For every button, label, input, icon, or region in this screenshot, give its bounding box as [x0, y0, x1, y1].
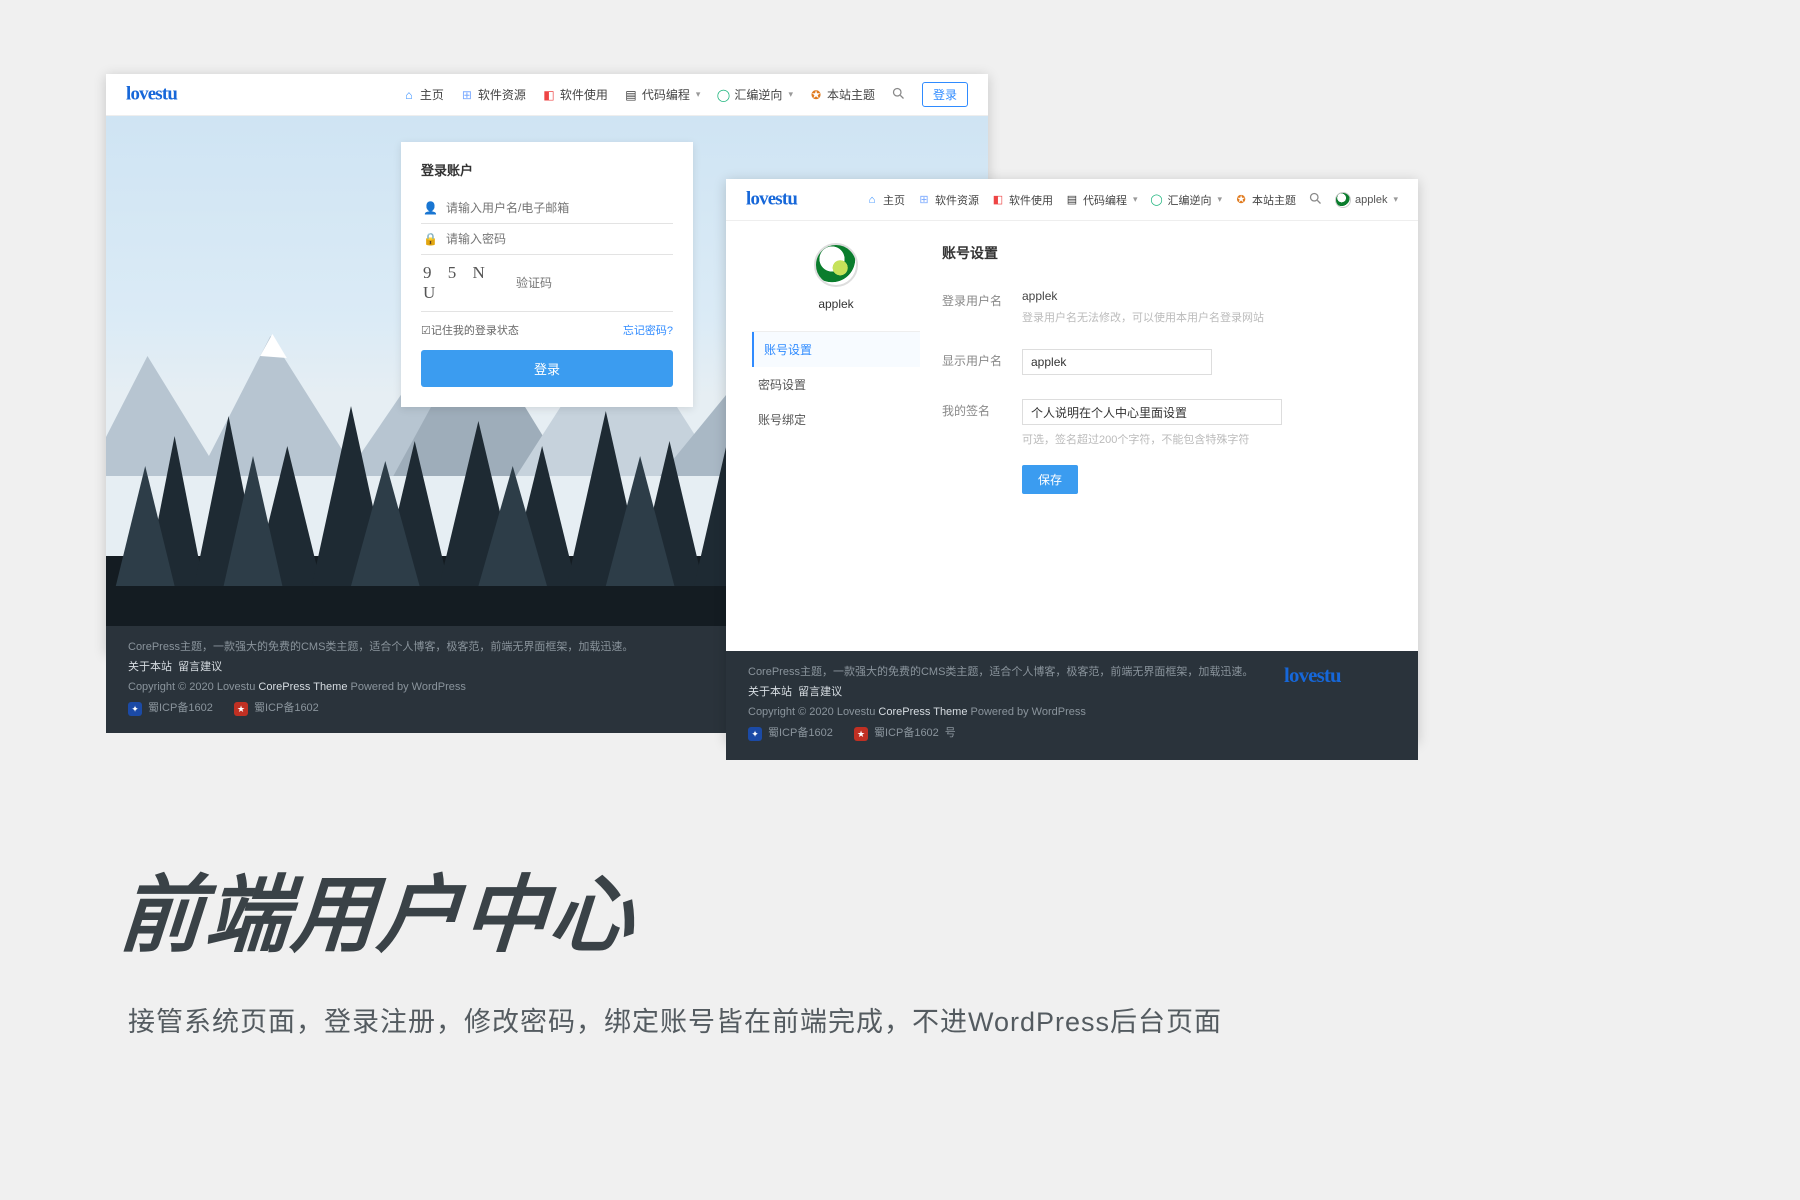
icp-1[interactable]: 蜀ICP备1602	[768, 724, 833, 744]
label-login-username: 登录用户名	[942, 289, 1002, 309]
home-icon: ⌂	[402, 88, 416, 102]
profile-username: applek	[818, 297, 853, 311]
footer-about-link[interactable]: 关于本站	[128, 661, 172, 673]
nav-code[interactable]: ▤代码编程▾	[624, 86, 701, 103]
page-subtitle: 接管系统页面，登录注册，修改密码，绑定账号皆在前端完成，不进WordPress后…	[128, 1000, 1222, 1039]
profile-header: applek	[752, 243, 920, 311]
nav-theme[interactable]: ✪本站主题	[809, 86, 875, 103]
login-card: 登录账户 👤 🔒 9 5 N U ☑记住我的登录状态 忘记密码? 登录	[401, 142, 693, 407]
chevron-down-icon: ▾	[1133, 194, 1138, 205]
nav-usage[interactable]: ◧软件使用	[542, 86, 608, 103]
submit-login-button[interactable]: 登录	[421, 350, 673, 387]
icp-2[interactable]: 蜀ICP备1602	[254, 699, 319, 719]
lock-icon: 🔒	[423, 232, 438, 246]
police-badge-icon: ★	[854, 727, 868, 741]
copyright-post: Powered by WordPress	[347, 681, 465, 693]
footer: CorePress主题，一款强大的免费的CMS类主题，适合个人博客，极客范，前端…	[726, 651, 1418, 760]
menu-bind[interactable]: 账号绑定	[752, 402, 920, 437]
topbar: lovestu ⌂主页 ⊞软件资源 ◧软件使用 ▤代码编程▾ ◯汇编逆向▾ ✪本…	[726, 179, 1418, 221]
signature-input[interactable]	[1022, 399, 1282, 425]
footer-about-link[interactable]: 关于本站	[748, 686, 792, 698]
police-badge-icon: ★	[234, 702, 248, 716]
shield-icon: ◯	[1150, 193, 1164, 207]
save-button[interactable]: 保存	[1022, 465, 1078, 494]
captcha-input[interactable]	[516, 276, 671, 290]
settings-window: lovestu ⌂主页 ⊞软件资源 ◧软件使用 ▤代码编程▾ ◯汇编逆向▾ ✪本…	[726, 179, 1418, 742]
password-field-row: 🔒	[421, 224, 673, 255]
brand-logo[interactable]: lovestu	[746, 187, 840, 212]
grid-icon: ⊞	[917, 193, 931, 207]
copyright-post: Powered by WordPress	[967, 706, 1085, 718]
shield-icon: ◯	[716, 88, 730, 102]
nav-resources[interactable]: ⊞软件资源	[460, 86, 526, 103]
chevron-down-icon: ▾	[696, 89, 701, 100]
svg-text:lovestu: lovestu	[746, 188, 797, 209]
chevron-down-icon: ▾	[1218, 194, 1223, 205]
footer-logo[interactable]: lovestu	[1284, 663, 1396, 744]
panel-title: 账号设置	[942, 243, 1392, 263]
search-icon[interactable]	[1308, 191, 1323, 209]
menu-password[interactable]: 密码设置	[752, 367, 920, 402]
chevron-down-icon: ▾	[1393, 194, 1398, 205]
copyright-pre: Copyright © 2020 Lovestu	[128, 681, 258, 693]
home-icon: ⌂	[865, 193, 879, 207]
code-icon: ▤	[624, 88, 638, 102]
theme-icon: ✪	[809, 88, 823, 102]
username-field-row: 👤	[421, 193, 673, 224]
display-name-input[interactable]	[1022, 349, 1212, 375]
main-nav: ⌂主页 ⊞软件资源 ◧软件使用 ▤代码编程▾ ◯汇编逆向▾ ✪本站主题 appl…	[865, 191, 1398, 209]
topbar: lovestu ⌂主页 ⊞软件资源 ◧软件使用 ▤代码编程▾ ◯汇编逆向▾ ✪本…	[106, 74, 988, 116]
svg-text:lovestu: lovestu	[126, 83, 177, 104]
nav-home[interactable]: ⌂主页	[865, 192, 905, 208]
hint-signature: 可选，签名超过200个字符，不能包含特殊字符	[1022, 431, 1392, 447]
login-title: 登录账户	[421, 160, 673, 179]
avatar-icon	[1335, 192, 1351, 208]
footer-feedback-link[interactable]: 留言建议	[798, 686, 842, 698]
settings-panel: 账号设置 登录用户名 applek 登录用户名无法修改，可以使用本用户名登录网站…	[942, 243, 1392, 651]
nav-code[interactable]: ▤代码编程▾	[1065, 192, 1138, 208]
nav-resources[interactable]: ⊞软件资源	[917, 192, 979, 208]
footer-description: CorePress主题，一款强大的免费的CMS类主题，适合个人博客，极客范，前端…	[748, 663, 1284, 683]
chevron-down-icon: ▾	[788, 89, 793, 100]
settings-sidemenu: 账号设置 密码设置 账号绑定	[752, 331, 920, 437]
nav-reverse[interactable]: ◯汇编逆向▾	[1150, 192, 1223, 208]
login-button[interactable]: 登录	[922, 82, 968, 107]
code-icon: ▤	[1065, 193, 1079, 207]
apps-icon: ◧	[542, 88, 556, 102]
search-icon[interactable]	[891, 86, 906, 104]
theme-link[interactable]: CorePress Theme	[878, 706, 967, 718]
remember-me[interactable]: ☑记住我的登录状态	[421, 322, 519, 338]
nav-reverse[interactable]: ◯汇编逆向▾	[716, 86, 793, 103]
main-nav: ⌂主页 ⊞软件资源 ◧软件使用 ▤代码编程▾ ◯汇编逆向▾ ✪本站主题 登录	[402, 82, 968, 107]
captcha-image[interactable]: 9 5 N U	[423, 263, 502, 303]
hint-login-username: 登录用户名无法修改，可以使用本用户名登录网站	[1022, 309, 1392, 325]
user-icon: 👤	[423, 201, 438, 215]
nav-home[interactable]: ⌂主页	[402, 86, 444, 103]
username-input[interactable]	[446, 201, 671, 215]
menu-account[interactable]: 账号设置	[752, 332, 920, 367]
password-input[interactable]	[446, 232, 671, 246]
apps-icon: ◧	[991, 193, 1005, 207]
user-menu[interactable]: applek▾	[1335, 192, 1398, 208]
label-display-name: 显示用户名	[942, 349, 1002, 369]
brand-logo[interactable]: lovestu	[126, 82, 220, 107]
svg-text:lovestu: lovestu	[1284, 664, 1341, 687]
icp-shield-icon: ✦	[748, 727, 762, 741]
forgot-password-link[interactable]: 忘记密码?	[623, 322, 673, 338]
nav-theme[interactable]: ✪本站主题	[1234, 192, 1296, 208]
icp-2[interactable]: 蜀ICP备1602	[874, 724, 939, 744]
avatar[interactable]	[814, 243, 858, 287]
copyright-pre: Copyright © 2020 Lovestu	[748, 706, 878, 718]
label-signature: 我的签名	[942, 399, 1002, 419]
value-login-username: applek	[1022, 289, 1392, 303]
theme-icon: ✪	[1234, 193, 1248, 207]
icp-1[interactable]: 蜀ICP备1602	[148, 699, 213, 719]
page-headline: 前端用户中心	[120, 848, 636, 969]
nav-usage[interactable]: ◧软件使用	[991, 192, 1053, 208]
icp-shield-icon: ✦	[128, 702, 142, 716]
footer-feedback-link[interactable]: 留言建议	[178, 661, 222, 673]
captcha-row: 9 5 N U	[421, 255, 673, 312]
theme-link[interactable]: CorePress Theme	[258, 681, 347, 693]
grid-icon: ⊞	[460, 88, 474, 102]
